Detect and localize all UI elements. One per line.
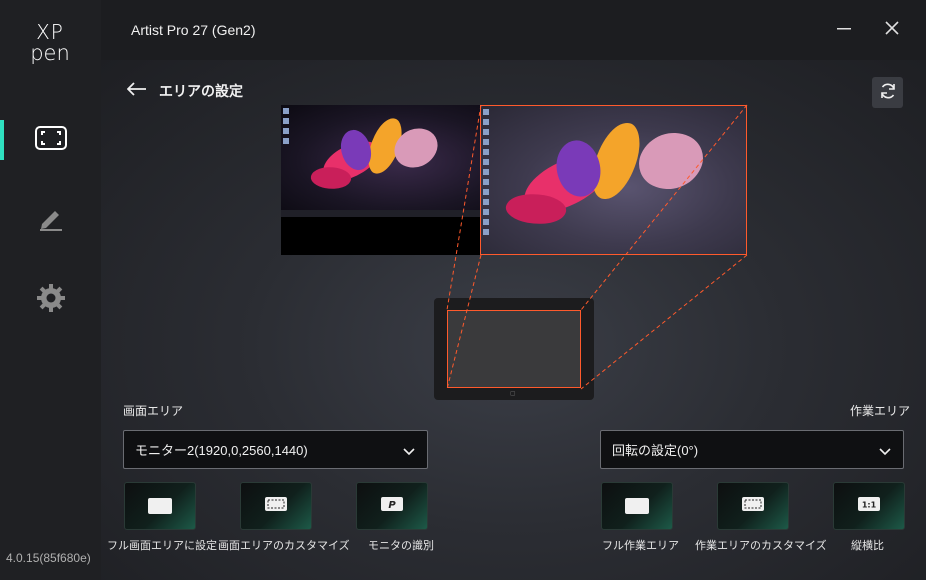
sidebar-item-settings[interactable] <box>0 280 101 320</box>
title-bar: Artist Pro 27 (Gen2) <box>101 0 926 60</box>
customize-screen-area-button[interactable] <box>240 482 312 530</box>
full-screen-icon <box>148 498 172 514</box>
identify-monitor-button[interactable]: P <box>356 482 428 530</box>
full-screen-area-label: フル画面エリアに設定 <box>107 539 217 552</box>
mapping-lines <box>446 104 748 390</box>
sidebar-item-pen[interactable] <box>0 200 101 240</box>
full-work-area-button[interactable] <box>601 482 673 530</box>
work-area-label: 作業エリア <box>850 404 911 418</box>
full-screen-area-button[interactable] <box>124 482 196 530</box>
chevron-down-icon <box>403 444 415 459</box>
full-work-area-icon <box>625 498 649 514</box>
identify-monitor-label: モニタの識別 <box>368 539 434 552</box>
close-button[interactable] <box>880 18 904 42</box>
version-label: 4.0.15(85f680e) <box>6 551 91 565</box>
sidebar-item-screen-area[interactable] <box>0 120 101 160</box>
minimize-icon <box>836 20 852 41</box>
close-icon <box>884 20 900 41</box>
area-settings-panel: エリアの設定 ▢ 画面エリア モニター2(1920,0,2560,1440) フ… <box>101 60 926 580</box>
aspect-ratio-label: 縦横比 <box>851 539 884 552</box>
rotation-select-value: 回転の設定(0°) <box>612 443 699 458</box>
svg-text:1:1: 1:1 <box>862 501 877 510</box>
aspect-ratio-button[interactable]: 1:1 <box>833 482 905 530</box>
monitor-select-value: モニター2(1920,0,2560,1440) <box>135 443 308 458</box>
identify-monitor-icon: P <box>380 496 404 516</box>
window-title: Artist Pro 27 (Gen2) <box>131 22 256 38</box>
pen-icon <box>37 204 65 236</box>
xppen-logo: XP pen <box>30 20 70 65</box>
custom-area-icon <box>264 496 288 516</box>
svg-text:P: P <box>388 500 396 511</box>
sidebar: XP pen 4.0.15(85f680e) <box>0 0 101 580</box>
aspect-ratio-icon: 1:1 <box>857 496 881 516</box>
gear-icon <box>35 282 67 318</box>
chevron-down-icon <box>879 444 891 459</box>
customize-screen-area-label: 画面エリアのカスタマイズ <box>218 539 350 552</box>
minimize-button[interactable] <box>832 18 856 42</box>
rotation-select[interactable]: 回転の設定(0°) <box>600 430 904 469</box>
full-work-area-label: フル作業エリア <box>602 539 679 552</box>
screen-area-icon <box>34 126 67 154</box>
monitor-select[interactable]: モニター2(1920,0,2560,1440) <box>123 430 428 469</box>
customize-work-area-label: 作業エリアのカスタマイズ <box>695 539 827 552</box>
custom-work-area-icon <box>741 496 765 516</box>
screen-area-label: 画面エリア <box>123 404 184 418</box>
customize-work-area-button[interactable] <box>717 482 789 530</box>
